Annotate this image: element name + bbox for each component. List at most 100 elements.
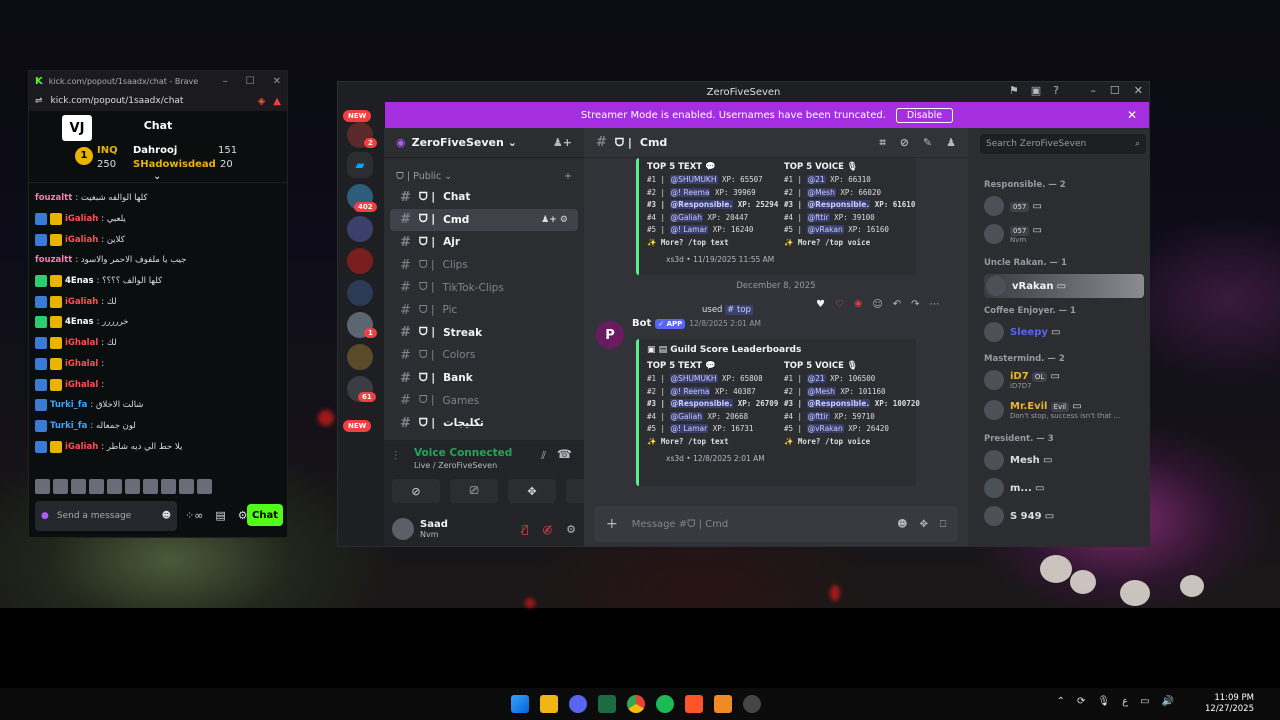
user-mention[interactable]: @Mesh (806, 386, 836, 396)
chevron-down-icon[interactable]: ⌄ (508, 136, 517, 149)
screen-icon[interactable]: ▣ (1031, 84, 1041, 97)
avatar[interactable] (984, 478, 1004, 498)
address-bar[interactable]: ⇌ kick.com/popout/1saadx/chat ◈ ▲ (29, 91, 287, 111)
server-icon[interactable] (347, 344, 373, 370)
sync-icon[interactable]: ⟳ (1077, 696, 1085, 707)
app-icon[interactable] (743, 695, 761, 713)
member-name[interactable]: Mesh (1010, 455, 1040, 466)
emote-icon[interactable] (161, 479, 176, 494)
mic-icon[interactable]: ● (41, 511, 49, 521)
member-item[interactable]: iD7 OL ▭ iD7D7 (984, 370, 1144, 390)
activities-button[interactable]: ✥ (508, 479, 556, 503)
gear-icon[interactable]: ⚙ (566, 523, 576, 536)
rose-reaction-icon[interactable]: ❀ (854, 299, 862, 310)
chrome-icon[interactable] (627, 695, 645, 713)
avatar[interactable] (984, 450, 1004, 470)
channel-name[interactable]: Pic (443, 304, 458, 316)
collapse-chevron-icon[interactable]: ⌄ (153, 171, 161, 182)
avatar[interactable] (984, 322, 1004, 342)
user-mention[interactable]: @21 (806, 374, 826, 383)
apps-icon[interactable]: ✥ (920, 519, 928, 530)
emote-icon[interactable] (35, 479, 50, 494)
member-item[interactable]: Mesh ▭ (984, 450, 1144, 470)
member-name[interactable]: m... (1010, 483, 1032, 494)
avatar[interactable] (986, 276, 1006, 296)
disable-button[interactable]: Disable (895, 107, 954, 123)
close-icon[interactable]: ✕ (273, 76, 281, 87)
file-explorer-icon[interactable] (540, 695, 558, 713)
flag-icon[interactable]: ⚑ (1009, 84, 1019, 97)
volume-icon[interactable]: 🔊 (1162, 696, 1174, 707)
server-icon[interactable] (347, 248, 373, 274)
avatar[interactable] (984, 400, 1004, 420)
add-channel-icon[interactable]: + (564, 171, 572, 182)
channel-name[interactable]: Games (443, 395, 480, 407)
voice-channel[interactable]: Live / ZeroFiveSeven (414, 461, 497, 470)
chat-username[interactable]: 4Enas (65, 317, 94, 327)
brave-icon[interactable] (685, 695, 703, 713)
brave-rewards-icon[interactable]: ▲ (273, 96, 281, 107)
server-icon[interactable] (347, 216, 373, 242)
deafen-icon[interactable]: ◎̸ (543, 523, 553, 536)
screen-share-button[interactable]: ⎚ (450, 479, 498, 503)
chat-username[interactable]: iGaliah (65, 235, 98, 245)
noise-suppression-icon[interactable]: ⫽ (541, 449, 546, 463)
username[interactable]: Saad (420, 519, 448, 530)
mute-icon[interactable]: ⊘ (900, 136, 909, 150)
member-item[interactable]: 057 ▭ Nvm (984, 224, 1144, 244)
user-mention[interactable]: @SHUMUKH (669, 175, 718, 184)
brave-shield-icon[interactable]: ◈ (258, 96, 266, 107)
search-placeholder[interactable]: Search ZeroFiveSeven (986, 139, 1086, 149)
hearts-reaction-icon[interactable]: ♡ (835, 299, 844, 310)
avatar[interactable] (984, 506, 1004, 526)
more-icon[interactable]: ⋯ (930, 299, 940, 310)
maximize-icon[interactable]: ☐ (1110, 84, 1120, 97)
channel-name[interactable]: Bank (443, 372, 473, 384)
member-item[interactable]: Sleepy ▭ (984, 322, 1144, 342)
gear-icon[interactable]: ⚙ (560, 215, 568, 225)
channel-name[interactable]: Ajr (443, 236, 460, 248)
user-mention[interactable]: @Responsible. (806, 399, 871, 409)
chat-username[interactable]: Turki_fa (50, 421, 87, 431)
reply-icon[interactable]: ↶ (893, 299, 901, 310)
chat-username[interactable]: iGhalal (65, 380, 98, 390)
emote-icon[interactable] (71, 479, 86, 494)
channel-item[interactable]: # ᗜ | Chat (390, 186, 578, 209)
category-name[interactable]: Public (413, 171, 441, 182)
chat-username[interactable]: Turki_fa (50, 400, 87, 410)
avatar[interactable] (392, 518, 414, 540)
member-item[interactable]: Mr.Evil Evil ▭ Don't stop, success isn't … (984, 400, 1144, 420)
emote-icon[interactable] (143, 479, 158, 494)
quick-emotes-icon[interactable]: ⁘∞ (185, 509, 203, 522)
chat-username[interactable]: iGaliah (65, 214, 98, 224)
channel-name[interactable]: تكليجات (443, 417, 484, 429)
chat-username[interactable]: fouzaltt (35, 255, 72, 265)
site-info-icon[interactable]: ⇌ (35, 96, 43, 106)
user-mention[interactable]: @! Lamar (669, 225, 709, 235)
minimize-icon[interactable]: – (1090, 84, 1096, 97)
user-mention[interactable]: @fttir (806, 411, 830, 421)
user-mention[interactable]: @SHUMUKH (669, 374, 718, 383)
channel-name[interactable]: TikTok-Clips (443, 282, 504, 294)
threads-icon[interactable]: ⌗ (879, 136, 885, 150)
close-banner-icon[interactable]: ✕ (1127, 108, 1137, 122)
emote-icon[interactable] (125, 479, 140, 494)
channel-name[interactable]: Colors (443, 349, 476, 361)
user-mention[interactable]: @Responsible. (669, 399, 734, 409)
member-name[interactable]: S 949 (1010, 511, 1042, 522)
language-indicator[interactable]: ع (1122, 696, 1128, 707)
chat-username[interactable]: iGhalal (65, 359, 98, 369)
emote-icon[interactable] (53, 479, 68, 494)
search-input[interactable]: Search ZeroFiveSeven ⌕ (980, 134, 1146, 154)
chat-username[interactable]: 4Enas (65, 276, 94, 286)
chat-username[interactable]: iGaliah (65, 442, 98, 452)
chat-username[interactable]: iGaliah (65, 297, 98, 307)
channel-item[interactable]: # ᗜ | TikTok-Clips (390, 276, 578, 299)
voice-status[interactable]: Voice Connected (414, 447, 512, 459)
member-name[interactable]: Mr.Evil (1010, 401, 1047, 412)
user-mention[interactable]: @vRakan (806, 424, 844, 434)
gift-icon[interactable]: ⎕ (940, 519, 946, 530)
message-composer[interactable]: + Message #ᗜ | Cmd ☻ ✥ ⎕ (594, 506, 958, 542)
channel-name[interactable]: Clips (443, 259, 468, 271)
emoji-icon[interactable]: ☻ (162, 511, 171, 521)
